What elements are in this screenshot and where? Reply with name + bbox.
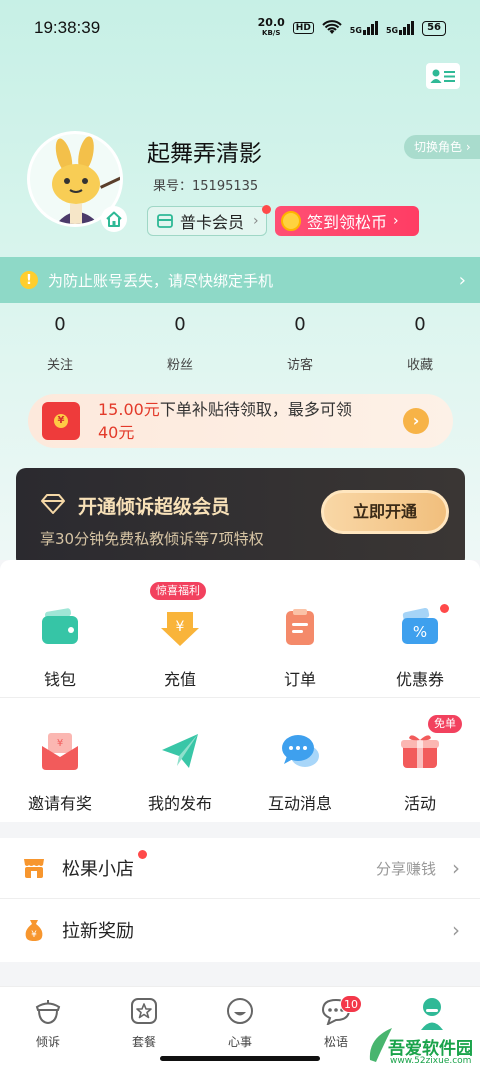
user-stats: 0 关注 0 粉丝 0 访客 0 收藏 — [0, 314, 480, 378]
surprise-welfare-tag: 惊喜福利 — [150, 582, 206, 600]
svg-text:¥: ¥ — [176, 619, 185, 635]
user-id: 果号：15195135 — [153, 179, 259, 194]
home-indicator — [160, 1056, 320, 1061]
invite-icon: ¥ — [42, 733, 78, 770]
grid-item-my-publish[interactable]: 我的发布 — [120, 730, 240, 814]
subsidy-text: 15.00元下单补贴待领取，最多可领 40元 — [98, 400, 352, 442]
member-level-button[interactable]: 普卡会员 › — [147, 206, 267, 236]
chevron-right-icon: › — [452, 856, 460, 880]
paper-plane-icon — [162, 734, 198, 768]
stat-fans[interactable]: 0 粉丝 — [120, 314, 240, 378]
stat-favorites[interactable]: 0 收藏 — [360, 314, 480, 378]
grid-item-coupon[interactable]: % 优惠券 — [360, 606, 480, 690]
status-time: 19:38:39 — [34, 18, 101, 37]
tab-confide[interactable]: 倾诉 — [0, 987, 96, 1072]
bind-phone-notice[interactable]: ! 为防止账号丢失，请尽快绑定手机 › — [0, 257, 480, 303]
unread-badge: 10 — [340, 995, 362, 1013]
order-icon — [286, 609, 314, 645]
battery-icon: 56 — [422, 20, 446, 36]
svg-text:¥: ¥ — [57, 738, 63, 749]
stat-visitors[interactable]: 0 访客 — [240, 314, 360, 378]
contact-card-icon — [430, 69, 455, 83]
chevron-right-icon: › — [458, 269, 466, 291]
watermark: 吾爱软件园 www.52zixue.com — [366, 1018, 480, 1072]
checkin-button[interactable]: 签到领松币 › — [275, 206, 419, 236]
gift-icon — [401, 735, 439, 768]
coupon-icon: % — [402, 607, 438, 644]
chevron-right-icon: › — [253, 213, 259, 229]
home-badge[interactable] — [101, 206, 127, 232]
chevron-right-icon: › — [452, 918, 460, 942]
open-vip-button[interactable]: 立即开通 — [321, 490, 449, 534]
message-icon — [282, 735, 319, 767]
list-item-referral-reward[interactable]: ¥ 拉新奖励 › — [0, 900, 480, 960]
vip-title: 开通倾诉超级会员 — [78, 496, 231, 518]
arrow-right-icon[interactable]: › — [403, 408, 429, 434]
vip-subtitle: 享30分钟免费私教倾诉等7项特权 — [40, 530, 264, 548]
signal-icon: 5G — [386, 21, 415, 35]
wifi-icon — [322, 20, 342, 34]
signal-icon: 5G — [350, 21, 378, 35]
list-item-shop[interactable]: 松果小店 分享赚钱 › — [0, 838, 480, 898]
contact-card-button[interactable] — [426, 63, 460, 89]
card-icon — [157, 214, 173, 228]
grid-item-messages[interactable]: 互动消息 — [240, 730, 360, 814]
svg-text:%: % — [413, 623, 427, 641]
chevron-right-icon: › — [393, 213, 399, 229]
nickname: 起舞弄清影 — [147, 141, 262, 167]
net-speed: 20.0 KB/S — [257, 16, 285, 37]
grid-item-recharge[interactable]: ¥ 充值 — [120, 606, 240, 690]
notification-dot — [440, 604, 449, 613]
grid-item-activity[interactable]: 活动 — [360, 730, 480, 814]
divider — [0, 898, 480, 899]
function-panel: 钱包 ¥ 充值 订单 % 优惠券 惊喜福利 ¥ 邀请有奖 我的发布 互动消息 活… — [0, 560, 480, 822]
money-bag-icon: ¥ — [25, 920, 43, 941]
function-row-2: ¥ 邀请有奖 我的发布 互动消息 活动 — [0, 730, 480, 814]
star-badge-icon — [131, 998, 157, 1024]
super-vip-card[interactable]: 开通倾诉超级会员 享30分钟免费私教倾诉等7项特权 立即开通 — [16, 468, 465, 568]
recharge-icon: ¥ — [161, 612, 199, 646]
home-icon — [106, 211, 122, 227]
smile-face-icon — [227, 998, 253, 1024]
divider — [0, 697, 480, 698]
hd-icon: HD — [292, 22, 314, 34]
switch-role-button[interactable]: 切换角色 › — [404, 135, 480, 159]
free-order-tag: 免单 — [428, 715, 462, 733]
warning-icon: ! — [20, 271, 38, 289]
coin-icon — [281, 211, 301, 231]
grid-item-order[interactable]: 订单 — [240, 606, 360, 690]
shop-icon — [24, 859, 44, 878]
status-bar: 19:38:39 20.0 KB/S HD 5G 5G 56 — [0, 0, 480, 56]
diamond-icon — [41, 494, 65, 514]
stat-following[interactable]: 0 关注 — [0, 314, 120, 378]
notification-dot — [138, 850, 147, 859]
notification-dot — [262, 205, 271, 214]
grid-item-invite[interactable]: ¥ 邀请有奖 — [0, 730, 120, 814]
list-card: 松果小店 分享赚钱 › ¥ 拉新奖励 › — [0, 838, 480, 962]
wallet-icon — [42, 608, 78, 644]
svg-text:¥: ¥ — [31, 930, 37, 940]
grid-item-wallet[interactable]: 钱包 — [0, 606, 120, 690]
order-subsidy-banner[interactable]: 15.00元下单补贴待领取，最多可领 40元 › — [28, 394, 453, 448]
status-indicators: 20.0 KB/S HD 5G 5G 56 — [257, 16, 446, 38]
chevron-right-icon: › — [465, 140, 471, 154]
function-row-1: 钱包 ¥ 充值 订单 % 优惠券 — [0, 606, 480, 690]
acorn-icon — [35, 1000, 61, 1025]
red-packet-icon — [42, 402, 80, 440]
